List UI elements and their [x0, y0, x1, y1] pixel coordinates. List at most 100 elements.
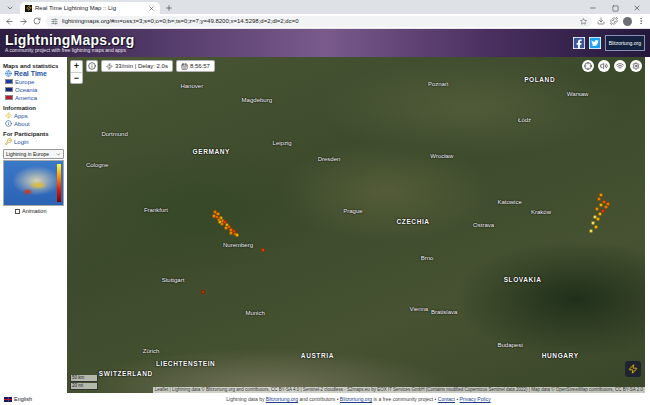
locate-button[interactable] [582, 60, 594, 72]
close-window-button[interactable] [628, 2, 646, 14]
signal-icon [616, 62, 624, 70]
strike-marker [606, 202, 610, 206]
site-info-icon[interactable] [51, 18, 58, 25]
new-tab-button[interactable] [164, 2, 174, 14]
strike-marker [594, 225, 598, 229]
sidebar-item[interactable]: Apps [3, 112, 64, 119]
checkbox[interactable] [15, 209, 20, 214]
lightning-button[interactable] [625, 361, 641, 377]
mini-map[interactable] [3, 160, 64, 206]
strike-marker [229, 231, 233, 235]
city-label: Łódź [518, 117, 531, 123]
city-label: Vienna [410, 306, 429, 312]
city-label: Dortmund [101, 131, 127, 137]
bolt-icon [628, 364, 638, 374]
rate-display[interactable]: 33/min | Delay: 2.0s [101, 60, 173, 72]
map-attribution: Leaflet | Lightning data © Blitzortung.o… [153, 387, 645, 393]
zoom-in-button[interactable]: + [71, 61, 82, 72]
strike-marker [201, 290, 205, 294]
tab-search-button[interactable] [4, 2, 16, 14]
extensions-icon[interactable] [610, 17, 618, 25]
language-switch[interactable]: English [0, 396, 67, 402]
twitter-icon[interactable] [589, 37, 601, 49]
city-label: Budapest [498, 342, 523, 348]
minimize-icon [589, 4, 597, 12]
sidebar-item[interactable]: Europe [3, 78, 64, 85]
footer-link[interactable]: Contact [438, 396, 455, 402]
minimize-button[interactable] [584, 2, 602, 14]
city-label: Leipzig [273, 140, 292, 146]
map-tools [582, 60, 642, 72]
city-label: Poznań [428, 81, 448, 87]
city-label: Cologne [86, 162, 108, 168]
city-label: Zürich [143, 348, 160, 354]
flag-icon [5, 95, 13, 100]
strike-marker [598, 212, 602, 216]
map-select[interactable]: Lightning in Europe [3, 149, 64, 159]
strike-marker [589, 229, 593, 233]
uk-flag-icon [4, 397, 12, 402]
footer-link[interactable]: Blitzortung.org [340, 396, 372, 402]
sidebar-item[interactable]: Oceania [3, 86, 64, 93]
tab-bar: Real Time Lightning Map :: Lig [0, 0, 650, 14]
sidebar-item[interactable]: About [3, 120, 64, 127]
favicon-icon [25, 5, 32, 12]
country-label: HUNGARY [542, 352, 579, 359]
animation-checkbox[interactable]: Animation [3, 208, 64, 214]
strike-marker [212, 214, 216, 218]
back-icon[interactable] [5, 17, 14, 26]
close-icon[interactable] [148, 5, 155, 12]
profile-avatar[interactable] [623, 17, 632, 26]
lightning-map[interactable]: HanoverMagdeburgDortmundCologneLeipzigDr… [67, 57, 645, 393]
facebook-icon[interactable] [573, 37, 585, 49]
info-button[interactable] [86, 60, 98, 72]
country-label: SLOVAKIA [504, 275, 542, 282]
maximize-icon [612, 5, 619, 12]
globe-icon [5, 70, 12, 77]
bolt-icon [5, 112, 12, 119]
strike-marker [218, 220, 222, 224]
gear-icon [632, 62, 640, 70]
city-label: Prague [343, 208, 362, 214]
footer-link[interactable]: Privacy Policy [460, 396, 491, 402]
stations-button[interactable] [614, 60, 626, 72]
sidebar-item[interactable]: Real Time [3, 70, 64, 77]
sidebar-item[interactable]: America [3, 94, 64, 101]
site-logo[interactable]: LightningMaps.orgA community project wit… [5, 33, 134, 54]
time-display[interactable]: 8:56:57 [176, 60, 215, 72]
sound-button[interactable] [598, 60, 610, 72]
sidebar-item[interactable]: Login [3, 138, 64, 145]
city-label: Kraków [531, 209, 551, 215]
zoom-out-button[interactable]: − [71, 72, 82, 83]
menu-icon[interactable] [637, 17, 645, 25]
city-label: Brno [421, 255, 434, 261]
info-icon [88, 62, 96, 70]
city-label: Stuttgart [162, 277, 185, 283]
plus-icon [165, 4, 173, 12]
country-label: SWITZERLAND [99, 369, 153, 376]
tab-title: Real Time Lightning Map :: Lig [35, 5, 145, 11]
download-icon[interactable] [597, 17, 605, 25]
city-label: Munich [245, 310, 264, 316]
browser-window: Real Time Lightning Map :: Liglightningm… [0, 0, 650, 405]
url-field[interactable]: lightningmaps.org/#m=oss;t=3;s=0;o=0;b=;… [46, 16, 592, 27]
calendar-icon [181, 63, 188, 70]
footer-part: • [455, 396, 460, 402]
scale-step: 20 mi [70, 383, 98, 390]
star-icon[interactable] [580, 18, 587, 25]
maximize-button[interactable] [606, 2, 624, 14]
settings-button[interactable] [630, 60, 642, 72]
strike-marker [596, 217, 600, 221]
city-label: Nuremberg [223, 242, 253, 248]
forward-icon[interactable] [19, 17, 28, 26]
url-text: lightningmaps.org/#m=oss;t=3;s=0;o=0;b=;… [62, 18, 576, 24]
strike-marker [597, 197, 601, 201]
browser-tab[interactable]: Real Time Lightning Map :: Lig [20, 2, 160, 14]
footer-link[interactable]: Blitzortung.org [266, 396, 298, 402]
reload-icon[interactable] [33, 17, 41, 25]
crosshair-icon [584, 62, 592, 70]
city-label: Warsaw [567, 91, 588, 97]
partner-logo[interactable]: Blitzortung.org [605, 35, 645, 51]
zoom-control: +− [70, 60, 83, 84]
footer-text: Lightning data by Blitzortung.org and co… [67, 396, 650, 402]
